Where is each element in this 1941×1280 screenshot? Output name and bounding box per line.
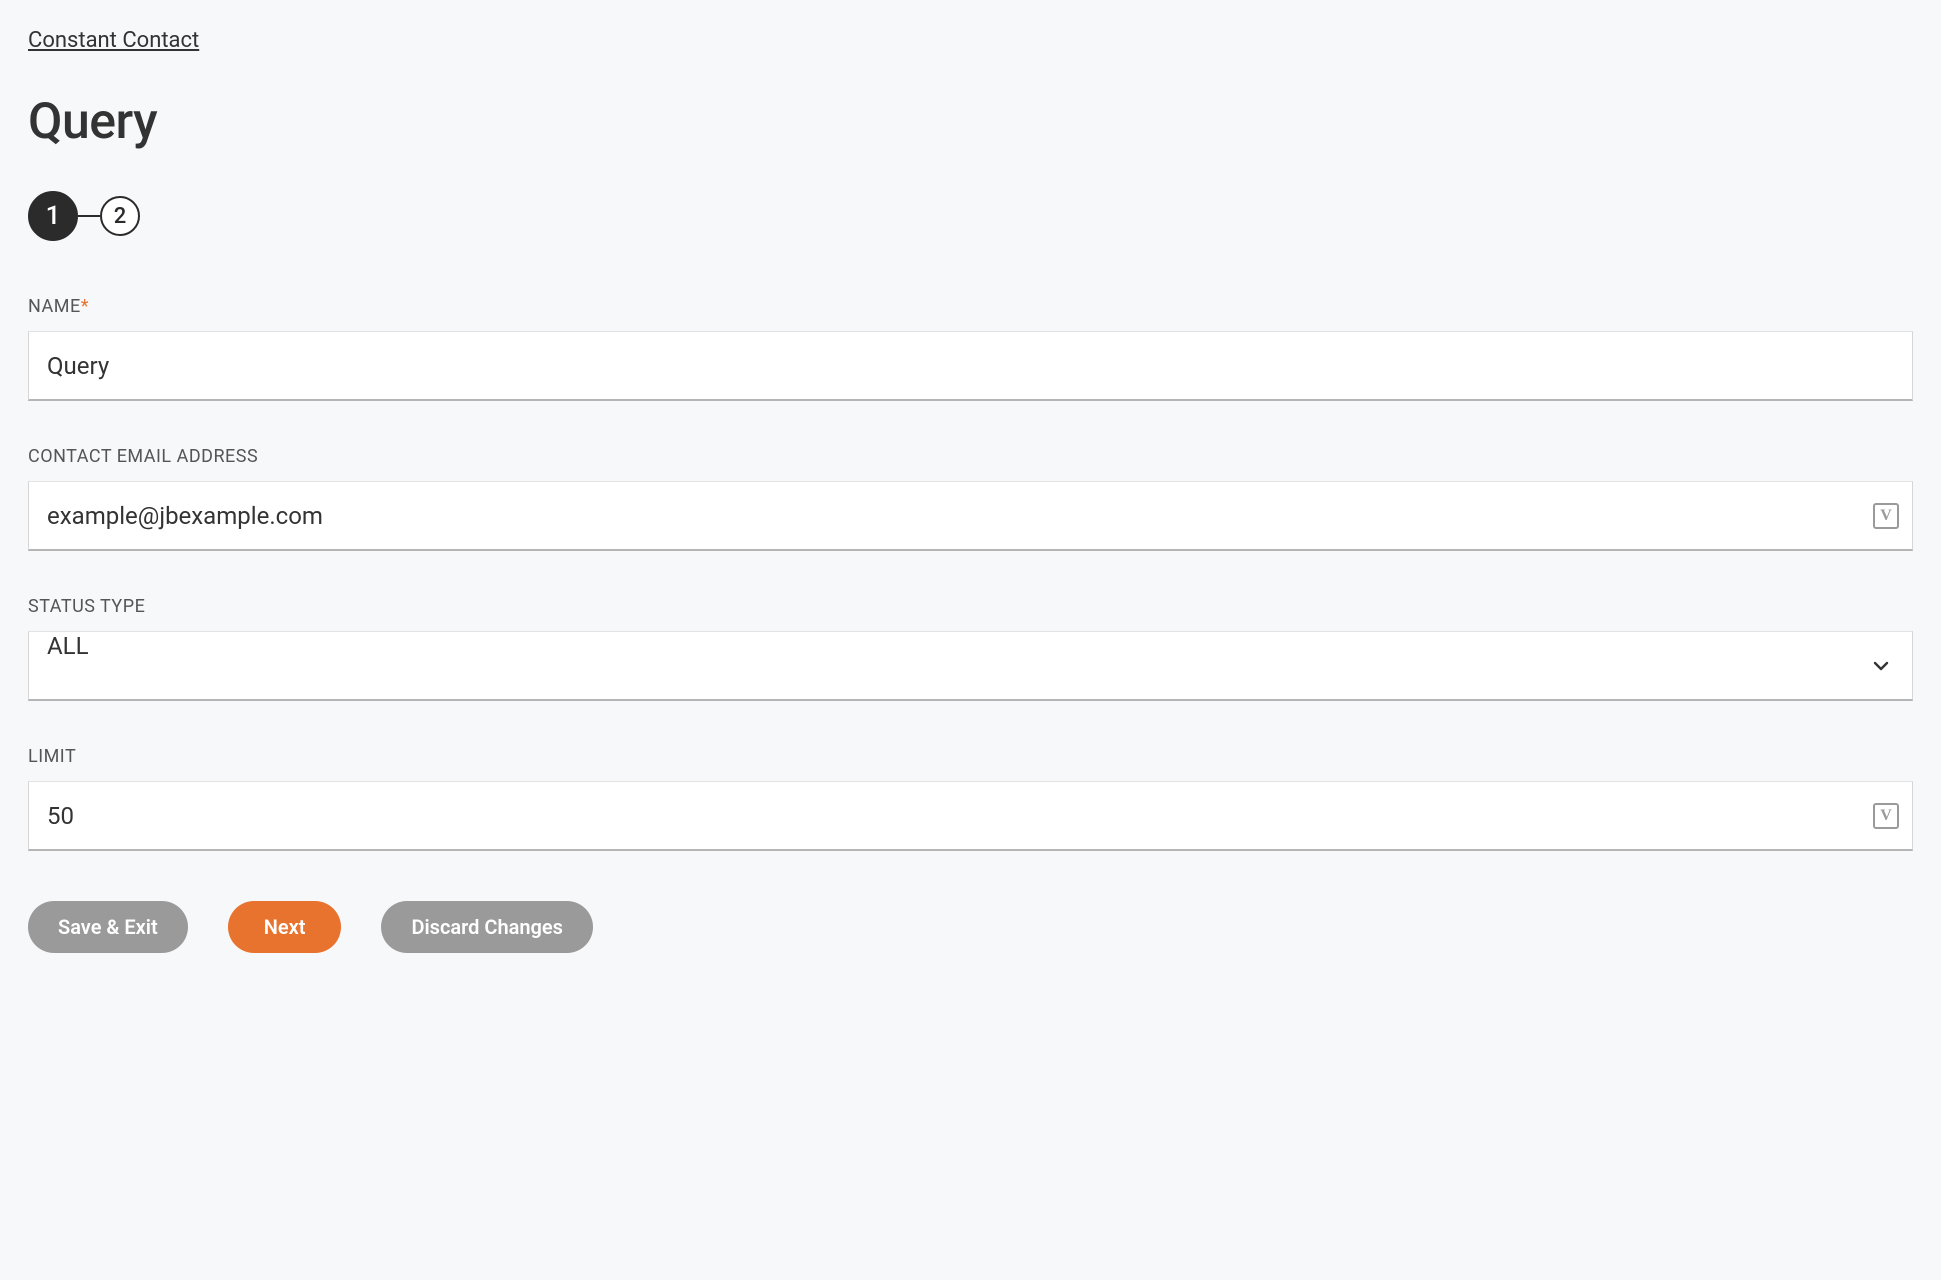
label-status: STATUS TYPE [28,596,1913,617]
field-status: STATUS TYPE ALL [28,596,1913,701]
stepper: 1 2 [28,191,1913,241]
step-connector [78,215,100,217]
next-button[interactable]: Next [228,901,342,953]
step-2[interactable]: 2 [100,196,140,236]
label-name: NAME* [28,296,1913,317]
step-1[interactable]: 1 [28,191,78,241]
button-row: Save & Exit Next Discard Changes [28,901,1913,953]
label-email: CONTACT EMAIL ADDRESS [28,446,1913,467]
variable-icon[interactable]: V [1873,803,1899,829]
field-email: CONTACT EMAIL ADDRESS V [28,446,1913,551]
variable-icon[interactable]: V [1873,503,1899,529]
label-name-text: NAME [28,296,81,317]
label-limit: LIMIT [28,746,1913,767]
field-name: NAME* [28,296,1913,401]
input-email[interactable] [28,481,1913,551]
field-limit: LIMIT V [28,746,1913,851]
input-limit[interactable] [28,781,1913,851]
save-exit-button[interactable]: Save & Exit [28,901,188,953]
discard-button[interactable]: Discard Changes [381,901,593,953]
select-status[interactable]: ALL [28,631,1913,701]
required-mark: * [81,296,89,317]
input-name[interactable] [28,331,1913,401]
breadcrumb-link[interactable]: Constant Contact [28,28,199,53]
page-title: Query [28,93,1913,151]
